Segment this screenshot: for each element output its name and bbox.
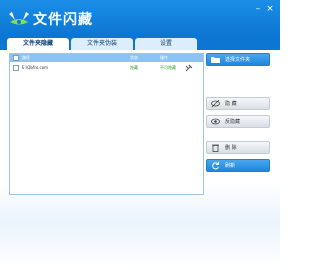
row-checkbox[interactable] (13, 65, 19, 71)
column-action: 操作 (160, 55, 168, 60)
tab-folder-hide[interactable]: 文件夹隐藏 (7, 38, 69, 50)
eye-hidden-icon (211, 99, 220, 108)
minimize-icon[interactable]: – (253, 5, 263, 14)
trash-icon (212, 144, 219, 152)
tab-settings[interactable]: 设置 (135, 38, 197, 50)
title-bar[interactable]: 文件闪藏 – × (0, 0, 280, 36)
folder-icon (211, 57, 220, 63)
row-action[interactable]: 不可隐藏 (160, 65, 176, 71)
delete-button[interactable]: 删 除 (206, 141, 270, 154)
list-header: 路径 状态 操作 (10, 54, 203, 62)
close-icon[interactable]: × (265, 5, 275, 14)
app-window: 文件闪藏 – × 文件夹隐藏 文件夹伪装 设置 路径 状态 操作 E:\Qbfr… (0, 0, 280, 270)
unhide-button[interactable]: 反隐藏 (206, 115, 270, 128)
tools-icon[interactable] (185, 64, 193, 72)
file-list[interactable]: 路径 状态 操作 E:\Qbfro.com 隐藏 不可隐藏 (9, 53, 204, 195)
table-row[interactable]: E:\Qbfro.com 隐藏 不可隐藏 (10, 64, 203, 72)
column-path: 路径 (22, 55, 30, 60)
row-status: 隐藏 (130, 65, 138, 70)
column-status: 状态 (130, 55, 138, 60)
window-controls: – × (253, 5, 275, 14)
refresh-button[interactable]: 刷新 (206, 159, 270, 172)
eye-logo-icon (9, 12, 29, 25)
select-folder-button[interactable]: 选择文件夹 (206, 53, 270, 66)
tab-folder-disguise[interactable]: 文件夹伪装 (71, 38, 133, 50)
select-all-checkbox[interactable] (13, 55, 19, 61)
eye-icon (211, 118, 220, 125)
window-title: 文件闪藏 (33, 12, 93, 28)
row-path: E:\Qbfro.com (22, 65, 49, 70)
refresh-icon (212, 161, 219, 170)
hide-button[interactable]: 隐 藏 (206, 97, 270, 110)
